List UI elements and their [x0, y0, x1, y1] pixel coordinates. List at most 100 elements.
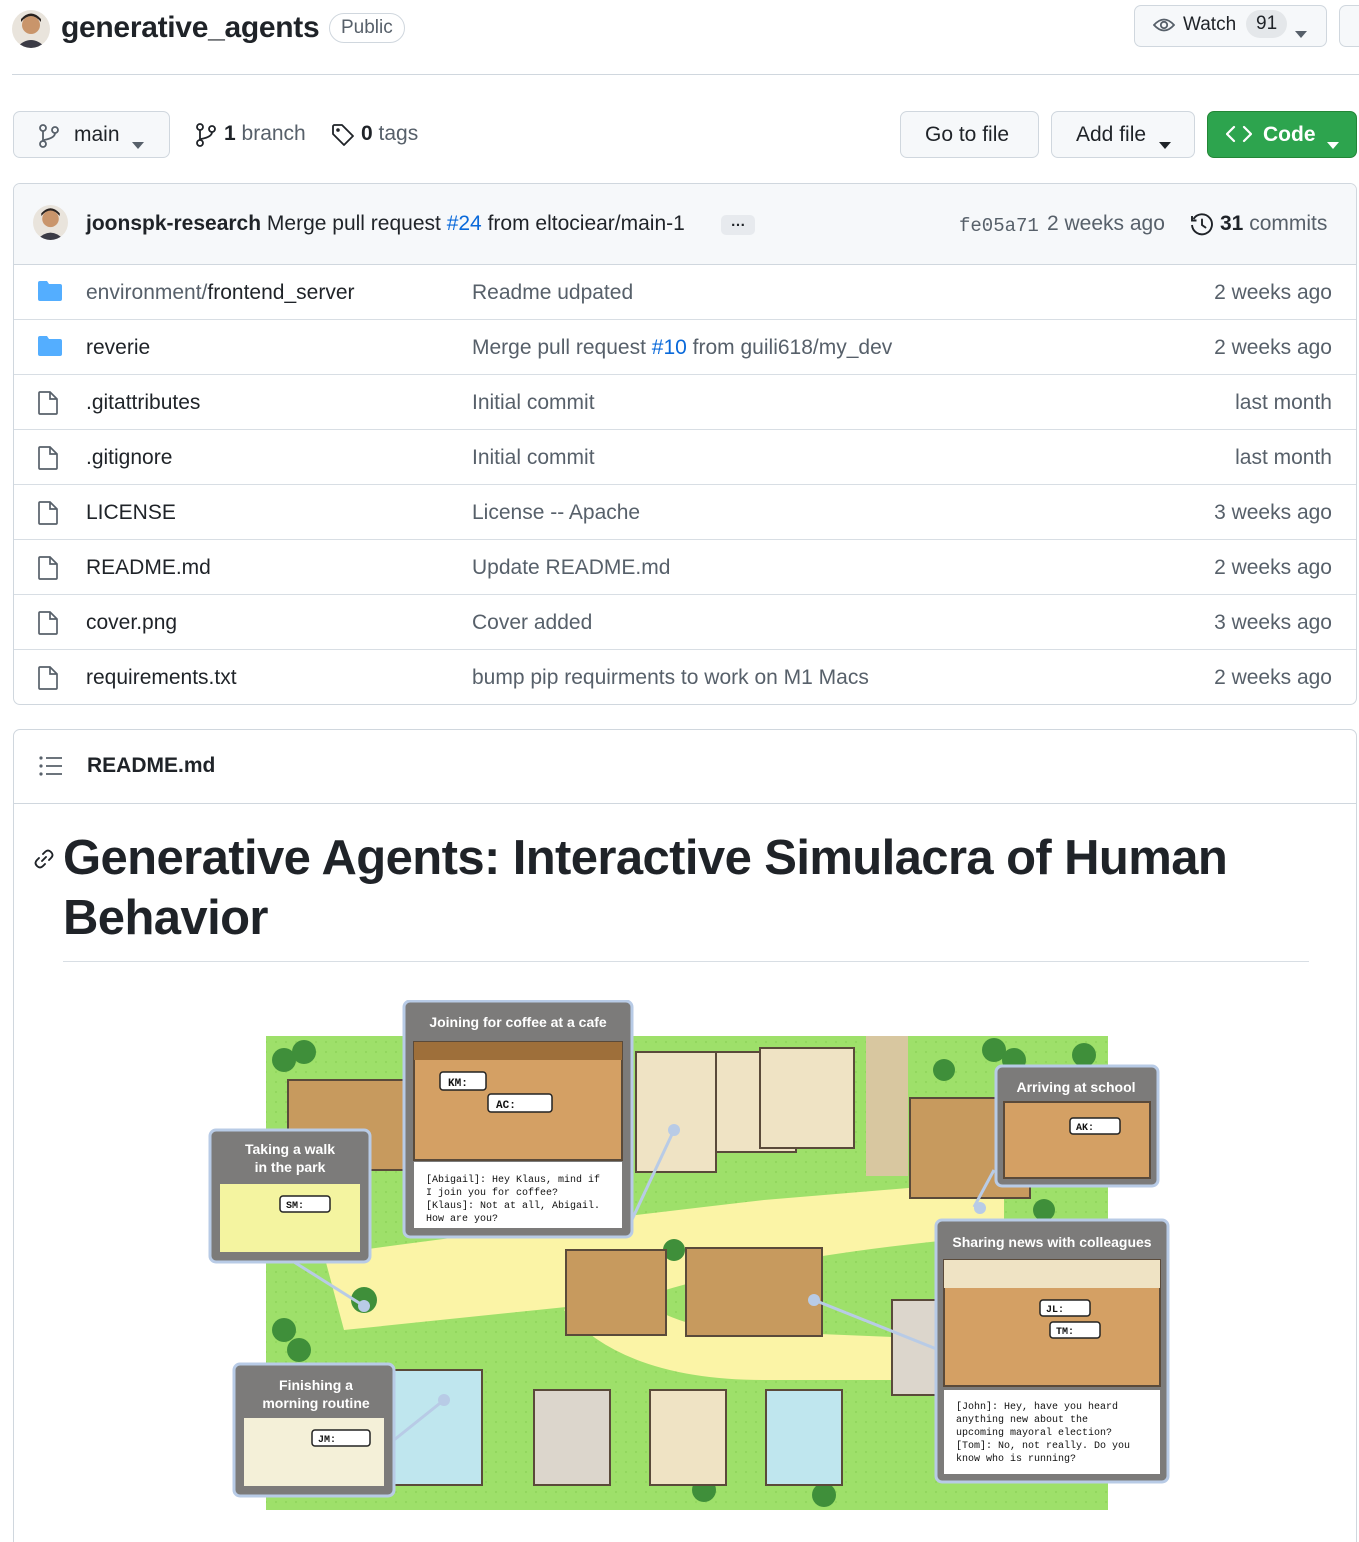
speech-km: KM:	[448, 1078, 468, 1090]
add-file-button[interactable]: Add file	[1051, 111, 1195, 158]
fork-button[interactable]	[1339, 5, 1359, 47]
branch-selector[interactable]: main	[13, 111, 170, 158]
file-name[interactable]: .gitattributes	[86, 391, 200, 415]
eye-icon	[1152, 16, 1176, 40]
file-name[interactable]: README.md	[86, 556, 211, 580]
file-commit-message[interactable]: Update README.md	[472, 556, 670, 580]
list-unordered-icon[interactable]	[39, 756, 63, 781]
file-commit-age: 2 weeks ago	[1214, 336, 1332, 359]
tags-link[interactable]: 0 tags	[331, 122, 418, 146]
file-commit-message[interactable]: Cover added	[472, 611, 592, 635]
file-commit-message[interactable]: Initial commit	[472, 391, 595, 415]
file-commit-message[interactable]: Merge pull request #10 from guili618/my_…	[472, 336, 892, 360]
code-icon	[1225, 125, 1253, 149]
cafe-dialog-line: I join you for coffee?	[426, 1187, 558, 1199]
commits-history-link[interactable]: 31 commits	[1190, 212, 1327, 236]
commit-author[interactable]: joonspk-research	[86, 212, 261, 235]
news-dialog-line: know who is running?	[956, 1453, 1076, 1465]
readme-title: Generative Agents: Interactive Simulacra…	[63, 831, 1228, 945]
file-name[interactable]: LICENSE	[86, 501, 176, 525]
file-name-text: frontend_server	[207, 281, 355, 304]
file-row[interactable]: LICENSE License -- Apache 3 weeks ago	[14, 485, 1356, 540]
file-name[interactable]: environment/frontend_server	[86, 281, 355, 305]
file-commit-age: last month	[1235, 391, 1332, 414]
visibility-badge: Public	[329, 13, 405, 43]
link-icon[interactable]	[33, 848, 55, 875]
file-row[interactable]: reverie Merge pull request #10 from guil…	[14, 320, 1356, 375]
routine-panel-title-2: morning routine	[262, 1395, 370, 1411]
file-icon	[38, 501, 58, 531]
expand-commit-button[interactable]: …	[721, 214, 755, 235]
file-row[interactable]: .gitignore Initial commit last month	[14, 430, 1356, 485]
latest-commit-bar: joonspk-research Merge pull request #24 …	[14, 184, 1356, 265]
file-name[interactable]: cover.png	[86, 611, 177, 635]
owner-avatar[interactable]	[12, 10, 50, 48]
file-commit-message[interactable]: Readme udpated	[472, 281, 633, 305]
branch-name: main	[74, 123, 120, 146]
commit-author-avatar[interactable]	[33, 205, 68, 240]
file-icon	[38, 666, 58, 696]
history-icon	[1190, 213, 1214, 243]
cafe-dialog-line: [Abigail]: Hey Klaus, mind if	[426, 1174, 600, 1186]
readme-filename[interactable]: README.md	[87, 754, 215, 778]
repo-name[interactable]: generative_agents	[61, 11, 320, 45]
speech-jl: JL:	[1046, 1305, 1064, 1316]
file-browser: joonspk-research Merge pull request #24 …	[13, 183, 1357, 705]
watch-button[interactable]: Watch 91	[1134, 5, 1327, 47]
speech-sm: SM:	[286, 1201, 304, 1212]
news-dialog-line: [John]: Hey, have you heard	[956, 1401, 1118, 1413]
cafe-dialog-line: How are you?	[426, 1214, 498, 1225]
news-dialog-line: anything new about the	[956, 1414, 1088, 1426]
file-icon	[38, 556, 58, 586]
title-divider	[63, 961, 1309, 962]
commit-message-prefix: Merge pull request	[472, 336, 646, 359]
file-commit-age: 2 weeks ago	[1214, 666, 1332, 689]
commit-message-prefix[interactable]: Merge pull request	[267, 212, 441, 235]
commit-pr-link[interactable]: #10	[652, 336, 687, 359]
file-commit-message[interactable]: License -- Apache	[472, 501, 640, 525]
news-panel-title: Sharing news with colleagues	[952, 1234, 1151, 1250]
file-name[interactable]: requirements.txt	[86, 666, 237, 690]
folder-icon	[38, 336, 62, 362]
file-commit-message[interactable]: bump pip requirments to work on M1 Macs	[472, 666, 869, 690]
news-dialog-line: [Tom]: No, not really. Do you	[956, 1440, 1130, 1452]
commits-count: 31	[1220, 212, 1244, 235]
chevron-down-icon	[1327, 132, 1339, 156]
cafe-dialog-line: [Klaus]: Not at all, Abigail.	[426, 1200, 600, 1212]
commit-sha[interactable]: fe05a71	[959, 215, 1039, 237]
code-label: Code	[1263, 123, 1316, 146]
readme-panel: README.md Generative Agents: Interactive…	[13, 729, 1357, 1542]
repo-header: generative_agents Public Watch 91	[12, 5, 1359, 52]
folder-icon	[38, 281, 62, 307]
branches-link[interactable]: 1 branch	[195, 122, 306, 147]
file-icon	[38, 611, 58, 641]
file-row[interactable]: .gitattributes Initial commit last month	[14, 375, 1356, 430]
commit-message-suffix[interactable]: from eltociear/main-1	[488, 212, 685, 235]
file-icon	[38, 391, 58, 421]
speech-ak: AK:	[1076, 1123, 1094, 1134]
go-to-file-label: Go to file	[925, 123, 1010, 146]
file-commit-age: 2 weeks ago	[1214, 556, 1332, 579]
chevron-down-icon	[132, 132, 144, 156]
speech-jm: JM:	[318, 1435, 336, 1446]
file-name[interactable]: reverie	[86, 336, 150, 360]
file-row[interactable]: environment/frontend_server Readme udpat…	[14, 265, 1356, 320]
routine-panel-title-1: Finishing a	[279, 1377, 353, 1393]
tags-count: 0	[361, 122, 373, 145]
file-name[interactable]: .gitignore	[86, 446, 172, 470]
file-row[interactable]: README.md Update README.md 2 weeks ago	[14, 540, 1356, 595]
watch-label: Watch	[1183, 14, 1237, 35]
commits-label: commits	[1249, 212, 1328, 235]
commit-pr-link[interactable]: #24	[447, 212, 482, 235]
branches-count: 1	[224, 122, 236, 145]
file-row[interactable]: requirements.txt bump pip requirments to…	[14, 650, 1356, 704]
chevron-down-icon	[1159, 132, 1171, 156]
file-commit-message[interactable]: Initial commit	[472, 446, 595, 470]
speech-ac: AC:	[496, 1100, 516, 1112]
school-panel-title: Arriving at school	[1016, 1079, 1135, 1095]
add-file-label: Add file	[1076, 123, 1147, 146]
file-commit-age: 3 weeks ago	[1214, 611, 1332, 634]
go-to-file-button[interactable]: Go to file	[900, 111, 1039, 158]
code-button[interactable]: Code	[1207, 111, 1357, 158]
file-row[interactable]: cover.png Cover added 3 weeks ago	[14, 595, 1356, 650]
